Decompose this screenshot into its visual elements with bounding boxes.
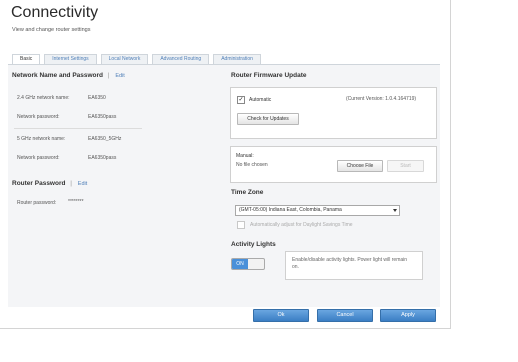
toggle-on-label: ON — [232, 259, 248, 269]
timezone-select[interactable]: (GMT-05:00) Indiana East, Colombia, Pana… — [235, 205, 400, 216]
network-24-name-value: EA6350 — [88, 95, 106, 101]
heading-divider: | — [70, 180, 72, 187]
page-subtitle: View and change router settings — [12, 27, 91, 33]
network-section-heading: Network Name and Password | Edit — [12, 72, 125, 79]
connectivity-panel: Connectivity View and change router sett… — [0, 0, 451, 329]
network-divider — [14, 128, 142, 129]
automatic-checkbox[interactable]: ✓ — [237, 96, 245, 104]
manual-label: Manual: — [236, 153, 254, 159]
network-5-password-label: Network password: — [17, 155, 60, 161]
network-24-password-label: Network password: — [17, 114, 60, 120]
router-password-label: Router password: — [17, 200, 57, 206]
tab-advanced-routing[interactable]: Advanced Routing — [152, 54, 210, 64]
activity-help-text: Enable/disable activity lights. Power li… — [292, 257, 408, 270]
router-password-value: ******** — [68, 199, 84, 205]
chevron-down-icon — [393, 209, 397, 212]
tab-administration[interactable]: Administration — [213, 54, 261, 64]
ok-button[interactable]: Ok — [253, 309, 309, 322]
check-for-updates-button[interactable]: Check for Updates — [237, 113, 299, 125]
network-24-name-label: 2.4 GHz network name: — [17, 95, 70, 101]
start-button[interactable]: Start — [387, 160, 424, 172]
network-heading-text: Network Name and Password — [12, 72, 104, 79]
no-file-chosen-text: No file chosen — [236, 162, 268, 168]
activity-lights-toggle[interactable]: ON — [231, 258, 265, 270]
current-version-text: (Current Version: 1.0.4.164719) — [346, 96, 417, 102]
page-title: Connectivity — [11, 4, 99, 21]
tab-local-network[interactable]: Local Network — [100, 54, 149, 64]
network-edit-link[interactable]: Edit — [115, 73, 124, 79]
dst-checkbox[interactable] — [237, 221, 245, 229]
network-5-name-label: 5 GHz network name: — [17, 136, 66, 142]
router-password-heading: Router Password | Edit — [12, 180, 87, 187]
tab-internet-settings[interactable]: Internet Settings — [44, 54, 97, 64]
automatic-label: Automatic — [249, 97, 272, 103]
firmware-heading: Router Firmware Update — [231, 72, 307, 79]
timezone-heading: Time Zone — [231, 189, 264, 196]
timezone-selected-value: (GMT-05:00) Indiana East, Colombia, Pana… — [239, 207, 342, 213]
dst-label: Automatically adjust for Daylight Saving… — [250, 222, 353, 228]
network-24-password-value: EA6350pass — [88, 114, 117, 120]
heading-divider: | — [107, 72, 110, 79]
cancel-button[interactable]: Cancel — [317, 309, 373, 322]
tab-bar: Basic Internet Settings Local Network Ad… — [12, 54, 265, 64]
apply-button[interactable]: Apply — [380, 309, 436, 322]
choose-file-button[interactable]: Choose File — [337, 160, 383, 172]
activity-lights-heading: Activity Lights — [231, 241, 276, 248]
network-5-name-value: EA6350_5GHz — [88, 136, 122, 142]
tab-basic[interactable]: Basic — [12, 54, 41, 64]
router-password-edit-link[interactable]: Edit — [78, 181, 87, 187]
network-5-password-value: EA6350pass — [88, 155, 117, 161]
router-password-heading-text: Router Password — [12, 180, 66, 187]
